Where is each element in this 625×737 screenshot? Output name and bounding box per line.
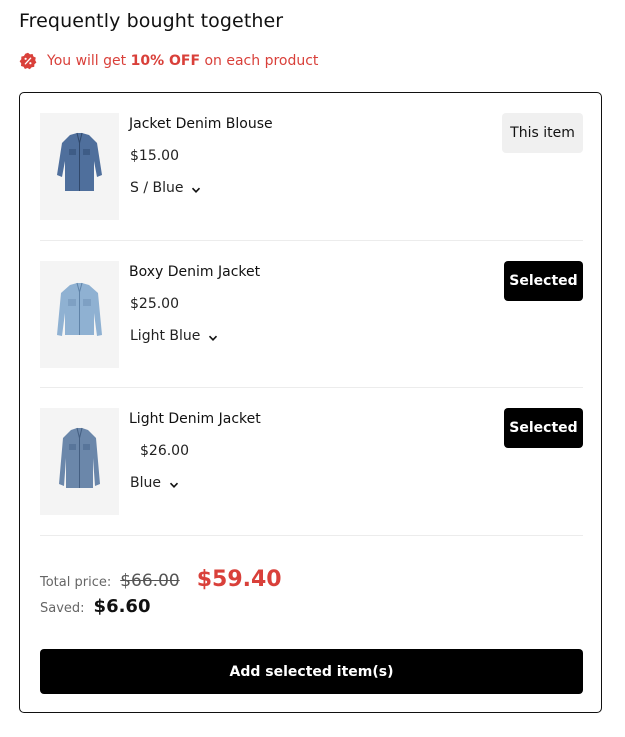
product-image[interactable] [40,261,119,368]
price-summary: Total price: $66.00 $59.40 Saved: $6.60 [40,567,282,617]
product-name[interactable]: Light Denim Jacket [129,411,261,427]
promo-text: You will get 10% OFF on each product [47,53,318,69]
divider [40,387,583,388]
total-price-label: Total price: [40,575,112,590]
product-name[interactable]: Jacket Denim Blouse [129,116,273,132]
discount-badge-icon [19,52,37,70]
divider [40,240,583,241]
product-price: $15.00 [130,148,179,164]
denim-jacket-icon [57,282,102,336]
denim-jacket-icon [57,132,102,191]
product-row: Jacket Denim Blouse $15.00 S / Blue This… [40,113,583,221]
selected-toggle-button[interactable]: Selected [504,408,583,448]
product-name[interactable]: Boxy Denim Jacket [129,264,260,280]
chevron-down-icon [191,183,201,193]
product-row: Boxy Denim Jacket $25.00 Light Blue Sele… [40,261,583,369]
variant-label: Light Blue [130,328,201,344]
bundle-box: Jacket Denim Blouse $15.00 S / Blue This… [19,92,602,713]
product-row: Light Denim Jacket $26.00 Blue Selected [40,408,583,516]
variant-selector[interactable]: Light Blue [130,328,218,344]
saved-amount: $6.60 [93,596,151,617]
selected-toggle-button[interactable]: Selected [504,261,583,301]
product-price: $26.00 [140,443,189,459]
saved-label: Saved: [40,601,85,616]
variant-label: S / Blue [130,180,184,196]
promo-prefix: You will get [47,53,127,69]
variant-selector[interactable]: S / Blue [130,180,201,196]
total-price-row: Total price: $66.00 $59.40 [40,567,282,592]
promo-suffix: on each product [204,53,319,69]
product-image[interactable] [40,408,119,515]
original-price: $66.00 [120,571,180,591]
divider [40,535,583,536]
promo-banner: You will get 10% OFF on each product [19,52,318,70]
product-price: $25.00 [130,296,179,312]
denim-jacket-icon [59,427,100,488]
product-image[interactable] [40,113,119,220]
this-item-badge: This item [502,113,583,153]
chevron-down-icon [208,331,218,341]
discounted-price: $59.40 [196,567,282,592]
variant-label: Blue [130,475,161,491]
promo-highlight: 10% OFF [130,53,201,69]
chevron-down-icon [169,478,179,488]
add-selected-items-button[interactable]: Add selected item(s) [40,649,583,694]
variant-selector[interactable]: Blue [130,475,179,491]
saved-row: Saved: $6.60 [40,596,282,617]
section-title: Frequently bought together [19,10,284,32]
